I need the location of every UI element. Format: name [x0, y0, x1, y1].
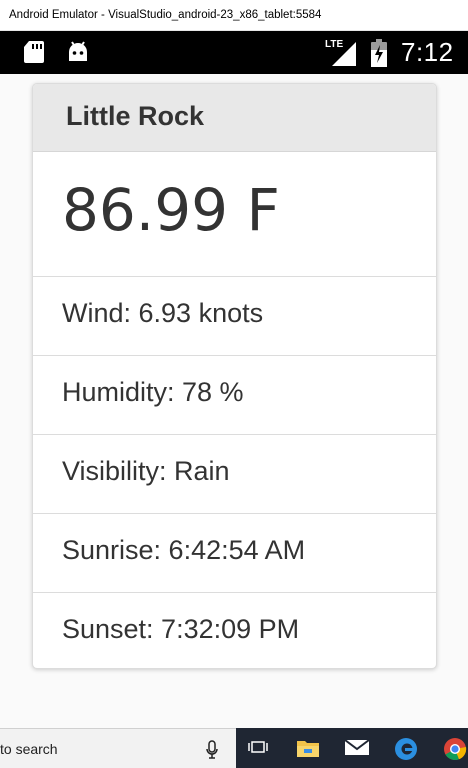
android-status-bar: LTE 7:12 — [0, 31, 468, 74]
task-view-icon[interactable] — [248, 737, 268, 761]
windows-taskbar: to search — [0, 728, 468, 768]
temperature-value: 86.99 F — [33, 152, 436, 277]
mail-icon[interactable] — [344, 737, 370, 761]
app-content: Little Rock 86.99 F Wind: 6.93 knots Hum… — [0, 74, 468, 728]
edge-icon[interactable] — [394, 737, 418, 765]
window-title: Android Emulator - VisualStudio_android-… — [9, 9, 322, 21]
visibility-row: Visibility: Rain — [33, 435, 436, 514]
signal-icon — [331, 41, 357, 71]
taskbar-search-box[interactable]: to search — [0, 728, 236, 768]
search-placeholder: to search — [0, 741, 58, 757]
android-debug-icon — [66, 40, 90, 68]
mic-icon[interactable] — [205, 740, 219, 764]
wind-row: Wind: 6.93 knots — [33, 277, 436, 356]
sunset-row: Sunset: 7:32:09 PM — [62, 614, 300, 644]
file-explorer-icon[interactable] — [296, 737, 320, 763]
sunrise-row: Sunrise: 6:42:54 AM — [33, 514, 436, 593]
battery-icon — [370, 39, 388, 71]
status-time: 7:12 — [401, 37, 454, 67]
window-title-bar: Android Emulator - VisualStudio_android-… — [0, 0, 468, 31]
sd-card-icon — [23, 40, 45, 68]
humidity-row: Humidity: 78 % — [33, 356, 436, 435]
weather-card: Little Rock 86.99 F Wind: 6.93 knots Hum… — [32, 83, 437, 669]
city-name: Little Rock — [33, 84, 436, 152]
chrome-icon[interactable] — [443, 737, 467, 765]
